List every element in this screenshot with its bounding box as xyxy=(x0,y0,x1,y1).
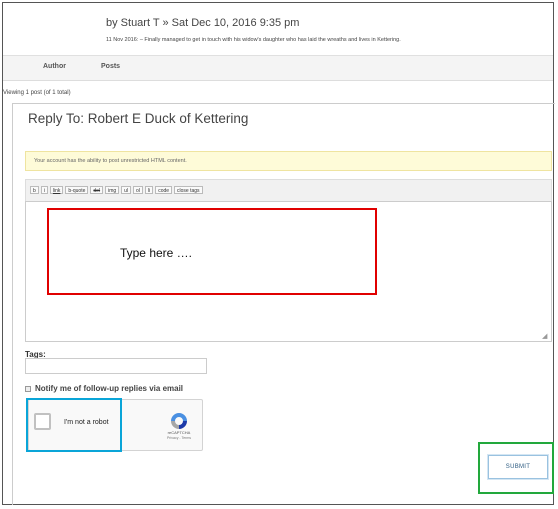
annotation-type-here: Type here …. xyxy=(119,246,193,260)
viewing-count: Viewing 1 post (of 1 total) xyxy=(3,90,71,96)
recaptcha-terms-link[interactable]: Privacy - Terms xyxy=(160,436,198,440)
editor-toolbar: b i link b-quote del img ul ol li code c… xyxy=(25,179,552,201)
toolbar-code-button[interactable]: code xyxy=(155,186,173,194)
notify-checkbox[interactable] xyxy=(25,385,31,392)
toolbar-img-button[interactable]: img xyxy=(105,186,120,194)
recaptcha-logo-icon xyxy=(171,413,187,429)
toolbar-close-tags-button[interactable]: close tags xyxy=(174,186,203,194)
notify-row: Notify me of follow-up replies via email xyxy=(25,384,183,393)
submit-button[interactable]: SUBMIT xyxy=(488,455,548,479)
toolbar-ul-button[interactable]: ul xyxy=(121,186,132,194)
annotation-blue-box xyxy=(26,398,122,452)
html-notice: Your account has the ability to post unr… xyxy=(25,151,552,171)
toolbar-ol-button[interactable]: ol xyxy=(133,186,143,194)
toolbar-italic-button[interactable]: i xyxy=(40,186,48,194)
toolbar-link-button[interactable]: link xyxy=(49,186,64,194)
column-author: Author xyxy=(43,63,66,70)
toolbar-del-button[interactable]: del xyxy=(90,186,104,194)
topic-table-header xyxy=(3,56,553,81)
reply-title: Reply To: Robert E Duck of Kettering xyxy=(25,111,252,126)
post-byline: by Stuart T » Sat Dec 10, 2016 9:35 pm xyxy=(106,17,300,29)
column-posts: Posts xyxy=(101,63,121,70)
notify-label: Notify me of follow-up replies via email xyxy=(35,384,184,393)
toolbar-blockquote-button[interactable]: b-quote xyxy=(65,186,89,194)
recaptcha-brand: reCAPTCHA xyxy=(167,430,191,435)
resize-handle-icon[interactable]: ◢ xyxy=(542,333,550,341)
toolbar-bold-button[interactable]: b xyxy=(30,186,39,194)
post-excerpt: 11 Nov 2016: – Finally managed to get in… xyxy=(106,37,401,43)
toolbar-li-button[interactable]: li xyxy=(144,186,154,194)
tags-input[interactable] xyxy=(25,358,207,374)
